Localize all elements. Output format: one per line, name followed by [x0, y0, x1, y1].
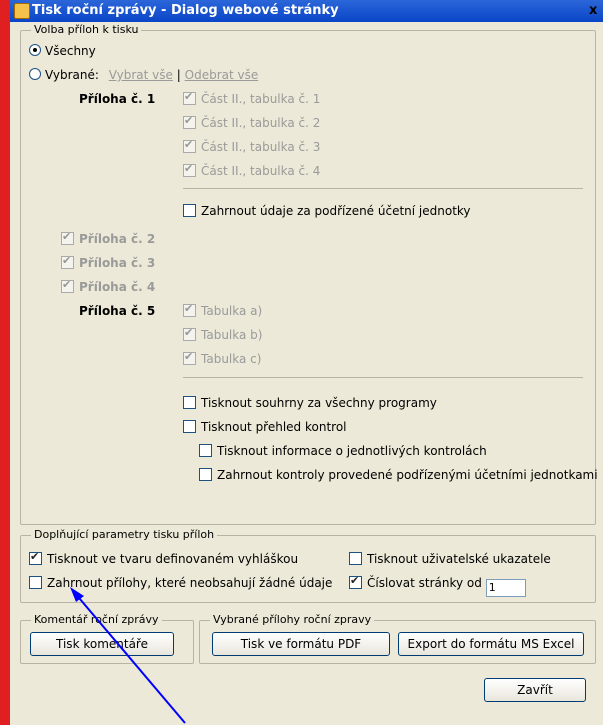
checkbox[interactable] [183, 204, 196, 217]
checkbox[interactable] [29, 576, 42, 589]
number-pages[interactable]: Číslovat stránky od 1 [349, 574, 526, 597]
checkbox[interactable] [349, 574, 362, 589]
attachments-legend: Volba příloh k tisku [31, 23, 142, 36]
include-controls[interactable]: Zahrnout kontroly provedené podřízenými … [199, 468, 598, 482]
checkbox[interactable] [183, 302, 196, 317]
priloha3-row[interactable]: Příloha č. 3 [61, 254, 156, 270]
item-label: Tabulka a) [201, 304, 263, 318]
radio-all[interactable] [29, 44, 41, 56]
checkbox[interactable] [61, 230, 74, 245]
number-pages-label: Číslovat stránky od [367, 576, 482, 590]
dialog-window: Tisk roční zprávy - Dialog webové stránk… [10, 0, 603, 725]
radio-all-row[interactable]: Všechny [29, 44, 96, 58]
item-label: Tabulka b) [201, 328, 263, 342]
comment-legend: Komentář roční zprávy [31, 613, 162, 626]
close-button[interactable]: Zavřít [484, 678, 586, 702]
priloha5-label: Příloha č. 5 [79, 304, 156, 318]
select-all-link[interactable]: Vybrat vše [109, 68, 173, 82]
include-sub-label: Zahrnout údaje za podřízené účetní jedno… [201, 204, 471, 218]
item-label: Část II., tabulka č. 4 [201, 164, 321, 178]
divider [183, 188, 583, 189]
print-info-label: Tisknout informace o jednotlivých kontro… [217, 444, 487, 458]
print-user-label: Tisknout uživatelské ukazatele [367, 552, 551, 566]
priloha1-item[interactable]: Část II., tabulka č. 1 [183, 90, 321, 106]
include-empty-label: Zahrnout přílohy, které neobsahují žádné… [47, 576, 333, 590]
print-info[interactable]: Tisknout informace o jednotlivých kontro… [199, 444, 487, 458]
include-empty[interactable]: Zahrnout přílohy, které neobsahují žádné… [29, 576, 332, 590]
priloha1-label: Příloha č. 1 [79, 92, 156, 106]
item-label: Tabulka c) [201, 352, 262, 366]
checkbox[interactable] [183, 162, 196, 177]
params-group: Doplňující parametry tisku příloh Tiskno… [20, 528, 596, 603]
checkbox[interactable] [199, 468, 212, 481]
priloha5-item[interactable]: Tabulka b) [183, 326, 263, 342]
print-defined-label: Tisknout ve tvaru definovaném vyhláškou [47, 552, 299, 566]
item-label: Část II., tabulka č. 1 [201, 92, 321, 106]
checkbox[interactable] [183, 114, 196, 129]
priloha5-item[interactable]: Tabulka c) [183, 350, 262, 366]
print-summaries[interactable]: Tisknout souhrny za všechny programy [183, 396, 437, 410]
checkbox[interactable] [183, 420, 196, 433]
print-defined[interactable]: Tisknout ve tvaru definovaném vyhláškou [29, 550, 299, 566]
divider [183, 377, 583, 378]
checkbox[interactable] [29, 550, 42, 565]
item-label: Část II., tabulka č. 3 [201, 140, 321, 154]
print-user[interactable]: Tisknout uživatelské ukazatele [349, 552, 551, 566]
checkbox[interactable] [199, 444, 212, 457]
selected-legend: Vybrané přílohy roční zpravy [210, 613, 375, 626]
priloha5-item[interactable]: Tabulka a) [183, 302, 263, 318]
priloha1-item[interactable]: Část II., tabulka č. 3 [183, 138, 321, 154]
window-title: Tisk roční zprávy - Dialog webové stránk… [32, 3, 339, 18]
radio-selected-label: Vybrané: [45, 68, 99, 82]
print-comment-button[interactable]: Tisk komentáře [30, 632, 174, 656]
page-start-input[interactable]: 1 [485, 579, 526, 597]
app-icon [14, 3, 30, 19]
radio-selected[interactable] [29, 68, 41, 80]
print-pdf-button[interactable]: Tisk ve formátu PDF [212, 632, 390, 656]
checkbox[interactable] [183, 396, 196, 409]
priloha1-item[interactable]: Část II., tabulka č. 2 [183, 114, 321, 130]
radio-selected-row[interactable]: Vybrané: Vybrat vše | Odebrat vše [29, 68, 258, 82]
checkbox[interactable] [61, 278, 74, 293]
comment-group: Komentář roční zprávy Tisk komentáře [20, 613, 194, 664]
left-red-bar [0, 0, 10, 725]
include-sub-units[interactable]: Zahrnout údaje za podřízené účetní jedno… [183, 204, 471, 218]
priloha2-row[interactable]: Příloha č. 2 [61, 230, 156, 246]
priloha1-item[interactable]: Část II., tabulka č. 4 [183, 162, 321, 178]
item-label: Část II., tabulka č. 2 [201, 116, 321, 130]
priloha3-label: Příloha č. 3 [79, 256, 156, 270]
checkbox[interactable] [183, 326, 196, 341]
priloha4-row[interactable]: Příloha č. 4 [61, 278, 156, 294]
link-separator: | [176, 68, 181, 82]
priloha4-label: Příloha č. 4 [79, 280, 156, 294]
checkbox[interactable] [183, 350, 196, 365]
checkbox[interactable] [183, 138, 196, 153]
params-legend: Doplňující parametry tisku příloh [31, 528, 218, 541]
deselect-all-link[interactable]: Odebrat vše [185, 68, 259, 82]
priloha2-label: Příloha č. 2 [79, 232, 156, 246]
checkbox[interactable] [183, 90, 196, 105]
checkbox[interactable] [349, 552, 362, 565]
print-overview-label: Tisknout přehled kontrol [201, 420, 347, 434]
include-controls-label: Zahrnout kontroly provedené podřízenými … [217, 468, 598, 482]
print-overview[interactable]: Tisknout přehled kontrol [183, 420, 347, 434]
radio-all-label: Všechny [45, 44, 96, 58]
attachments-group: Volba příloh k tisku Všechny Vybrané: Vy… [20, 23, 598, 525]
selected-group: Vybrané přílohy roční zpravy Tisk ve for… [199, 613, 596, 664]
title-bar: Tisk roční zprávy - Dialog webové stránk… [10, 0, 603, 22]
export-excel-button[interactable]: Export do formátu MS Excel [398, 632, 584, 656]
print-summaries-label: Tisknout souhrny za všechny programy [201, 396, 437, 410]
close-icon[interactable]: x [589, 3, 601, 18]
checkbox[interactable] [61, 254, 74, 269]
